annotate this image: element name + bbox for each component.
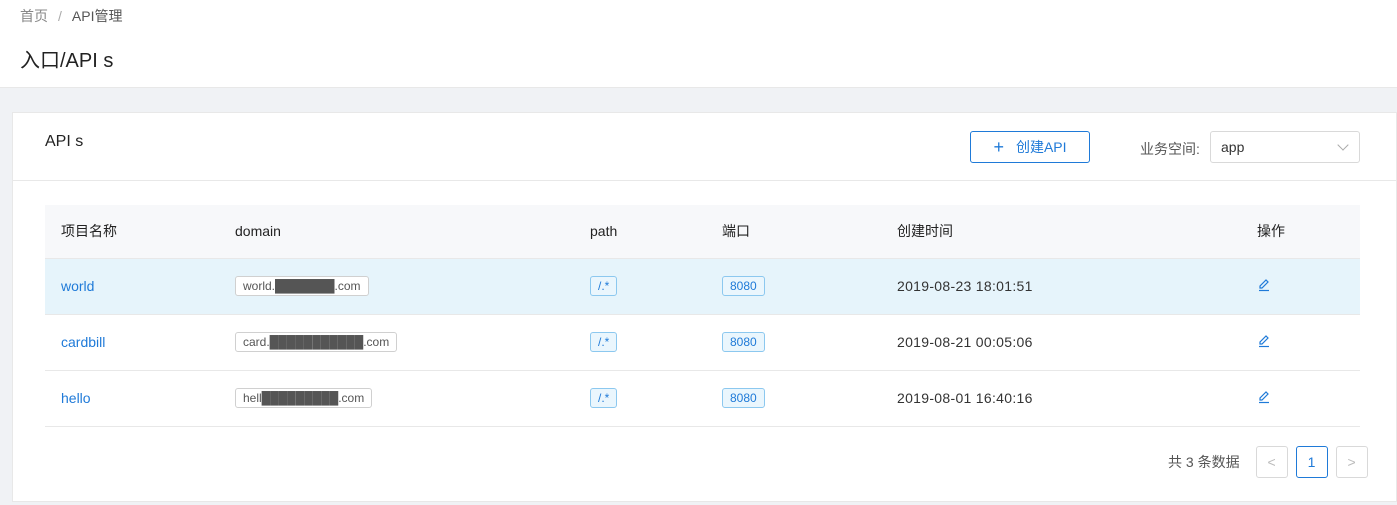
table-row[interactable]: hello hell█████████.com /.* 8080 2019-08… [45,370,1360,427]
pagination: 共 3 条数据 < 1 > [1168,446,1368,478]
project-name-link[interactable]: world [61,278,94,294]
port-tag: 8080 [722,388,765,408]
port-tag: 8080 [722,276,765,296]
project-name-link[interactable]: hello [61,390,91,406]
card-header: API s + 创建API 业务空间: app [13,113,1396,181]
breadcrumb-separator: / [58,8,62,24]
table-header-row: 项目名称 domain path 端口 创建时间 操作 [45,205,1360,259]
prev-page-button[interactable]: < [1255,446,1288,478]
edit-icon[interactable] [1257,278,1271,292]
next-page-button[interactable]: > [1335,446,1368,478]
business-space-label: 业务空间: [1140,141,1200,157]
port-tag: 8080 [722,332,765,352]
breadcrumb: 首页 / API管理 [20,6,122,26]
business-space-select[interactable]: app [1210,131,1360,163]
domain-tag: hell█████████.com [235,388,373,408]
create-api-label: 创建API [1015,139,1067,155]
column-header-created: 创建时间 [881,205,1241,259]
domain-tag: world.███████.com [235,276,369,296]
business-space-value: app [1221,139,1245,155]
edit-icon[interactable] [1257,334,1271,348]
breadcrumb-current: API管理 [71,8,123,24]
created-time: 2019-08-21 00:05:06 [897,334,1033,350]
chevron-right-icon: > [1347,454,1356,470]
column-header-domain: domain [219,205,574,259]
api-list-card: API s + 创建API 业务空间: app 项目名称 domain path… [12,112,1397,502]
page-1-button[interactable]: 1 [1295,446,1328,478]
edit-icon[interactable] [1257,390,1271,404]
path-tag: /.* [590,388,618,408]
breadcrumb-home[interactable]: 首页 [20,6,48,26]
table-row[interactable]: world world.███████.com /.* 8080 2019-08… [45,258,1360,315]
pagination-total: 共 3 条数据 [1168,454,1240,470]
column-header-name: 项目名称 [45,205,219,259]
api-table: 项目名称 domain path 端口 创建时间 操作 world world.… [45,205,1360,427]
project-name-link[interactable]: cardbill [61,334,105,350]
domain-tag: card.███████████.com [235,332,398,352]
created-time: 2019-08-01 16:40:16 [897,390,1033,406]
chevron-left-icon: < [1267,454,1276,470]
create-api-button[interactable]: + 创建API [970,131,1090,163]
page-title: 入口/API s [20,50,114,72]
column-header-port: 端口 [706,205,881,259]
plus-icon: + [993,137,1004,157]
chevron-down-icon [1337,139,1349,151]
column-header-path: path [574,205,706,259]
card-title: API s [45,133,84,150]
path-tag: /.* [590,276,618,296]
column-header-actions: 操作 [1241,205,1360,259]
created-time: 2019-08-23 18:01:51 [897,278,1033,294]
page-header: 首页 / API管理 入口/API s [0,0,1397,88]
table-row[interactable]: cardbill card.███████████.com /.* 8080 2… [45,314,1360,371]
path-tag: /.* [590,332,618,352]
